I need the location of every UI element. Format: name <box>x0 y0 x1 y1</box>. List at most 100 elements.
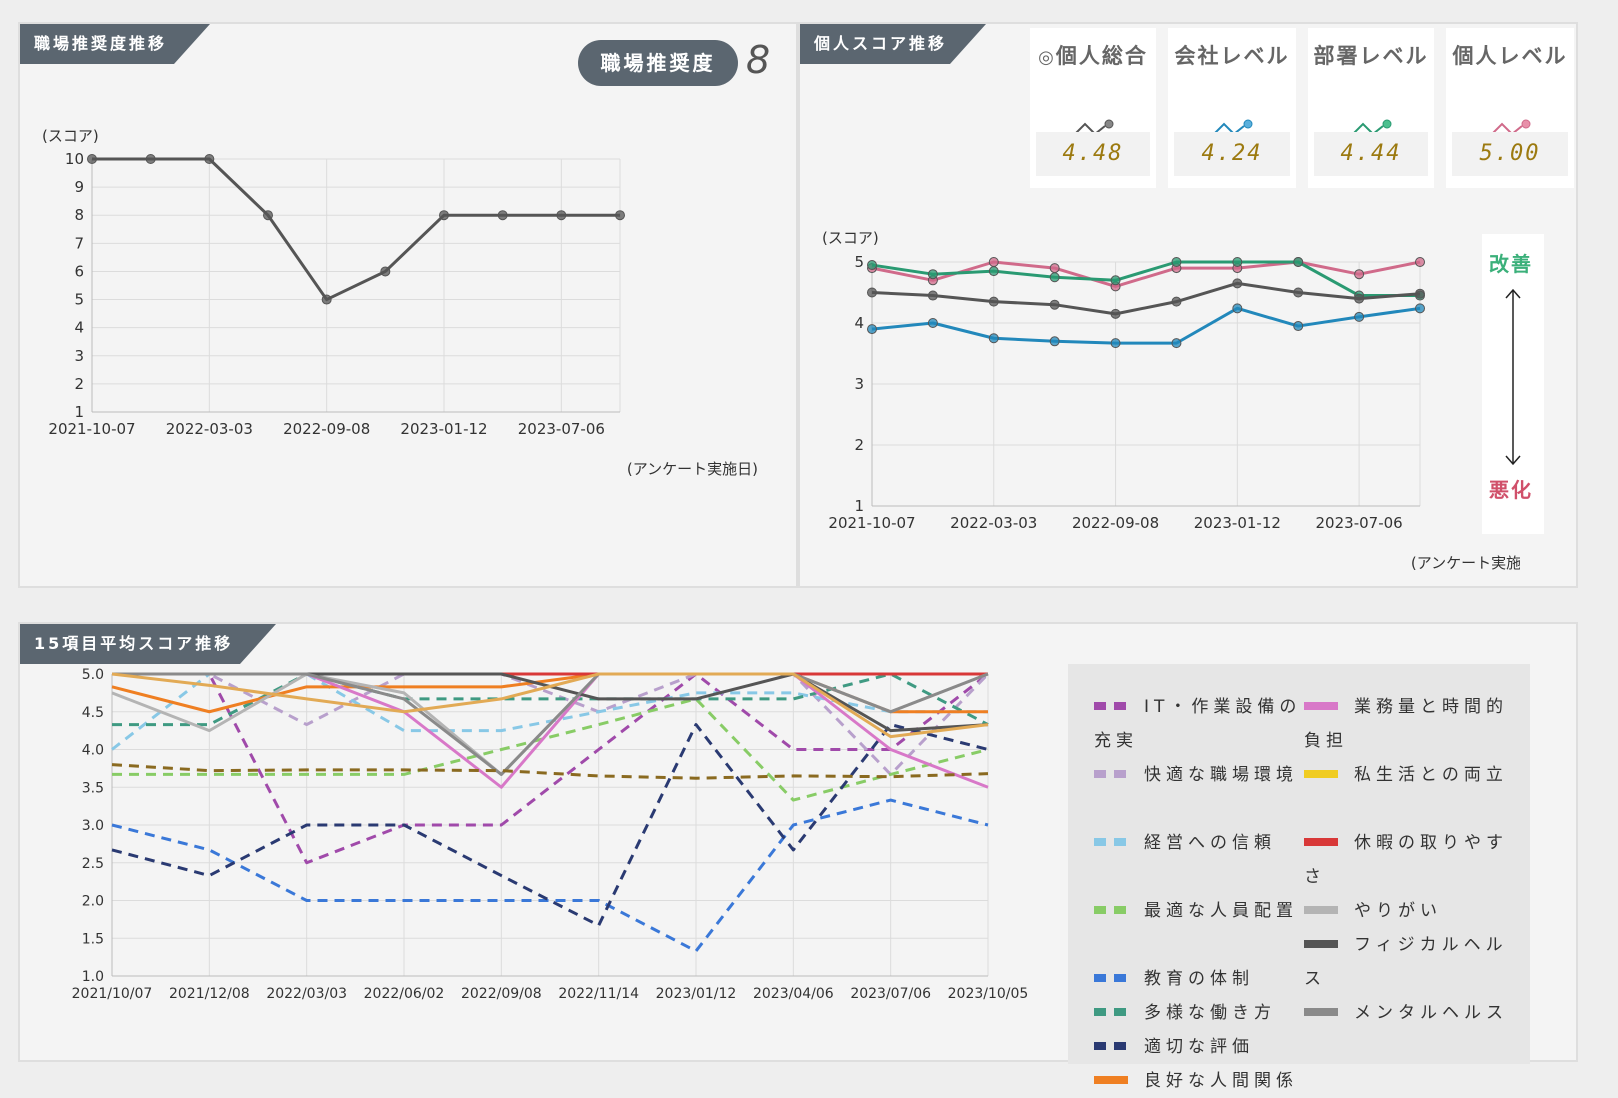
legend-swatch <box>1094 1007 1128 1016</box>
workplace-badge: 職場推奨度 <box>578 40 738 86</box>
y-axis-label: (スコア) <box>42 127 99 145</box>
legend-item[interactable]: 業務量と時間的負担 <box>1304 690 1514 758</box>
data-point <box>867 287 877 298</box>
y-tick-label: 2.5 <box>82 856 104 872</box>
legend-item[interactable]: フィジカルヘルス <box>1304 928 1514 996</box>
data-point <box>927 269 938 280</box>
legend-item[interactable]: 経営への信頼 <box>1094 826 1304 860</box>
legend-label: 適切な評価 <box>1144 1037 1254 1057</box>
score-card-label: 部署レベル <box>1313 44 1429 68</box>
data-point <box>1232 257 1243 267</box>
items15-chart: 1.0 1.5 2.0 2.5 3.0 3.5 4.0 4.5 5.0 2021/10/07 202… <box>72 667 1029 1002</box>
x-tick-label: 2022-03-03 <box>166 420 253 438</box>
legend-swatch <box>1094 769 1128 778</box>
legend-swatch <box>1094 1075 1128 1084</box>
legend-label: 私生活との両立 <box>1354 765 1508 785</box>
legend-swatch <box>1094 973 1128 982</box>
data-point <box>1415 288 1425 299</box>
legend-swatch <box>1304 939 1338 948</box>
score-card-value: 4.44 <box>1314 132 1428 176</box>
y-tick-label: 3.5 <box>82 780 104 796</box>
y-tick-label: 7 <box>74 234 84 252</box>
data-point <box>204 154 215 164</box>
data-point <box>1110 338 1121 349</box>
legend-swatch <box>1304 1007 1338 1016</box>
data-point <box>1293 321 1304 332</box>
legend-swatch <box>1094 837 1128 846</box>
items15-legend: IT・作業設備の充実快適な職場環境経営への信頼 最適な人員配置 教育の体制 多様な働き… <box>1068 664 1530 1091</box>
x-tick-label: 2021-10-07 <box>828 514 915 532</box>
data-point <box>1354 311 1365 322</box>
data-point <box>1232 303 1243 314</box>
data-point <box>867 260 877 271</box>
x-tick-label: 2022-09-08 <box>1072 514 1159 532</box>
data-point <box>1354 293 1365 304</box>
legend-item[interactable]: 多様な働き方 <box>1094 996 1304 1030</box>
legend-item[interactable]: やりがい <box>1304 894 1514 928</box>
x-axis-label: (アンケート実施日) <box>627 460 758 478</box>
y-axis-label: (スコア) <box>822 229 879 247</box>
y-tick-label: 3.0 <box>82 818 104 834</box>
direction-indicator: 改善 悪化 <box>1482 234 1544 534</box>
legend-label: やりがい <box>1354 901 1442 921</box>
data-point <box>1171 296 1182 307</box>
score-card-label: 会社レベル <box>1174 44 1290 68</box>
series-line <box>871 281 1421 316</box>
workplace-chart: 1 2 3 4 5 6 7 8 9 10 2021-10-07 2022-03-03 2022-09-0… <box>42 127 758 478</box>
data-point <box>1049 272 1060 283</box>
score-card-label: ◎個人総合 <box>1038 44 1148 68</box>
legend-label: 良好な人間関係 <box>1144 1071 1298 1091</box>
worsen-label: 悪化 <box>1489 478 1533 502</box>
series-line <box>92 157 620 302</box>
legend-item[interactable]: 教育の体制 <box>1094 962 1304 996</box>
y-tick-label: 2 <box>74 375 84 393</box>
x-axis-label: (アンケート実施日) <box>1411 554 1520 572</box>
y-tick-label: 9 <box>74 178 84 196</box>
data-point <box>927 318 938 328</box>
x-tick-label: 2021-10-07 <box>48 420 135 438</box>
legend-item[interactable]: 適切な評価 <box>1094 1030 1304 1064</box>
x-tick-label: 2022/06/02 <box>364 986 445 1002</box>
legend-item[interactable]: 快適な職場環境 <box>1094 758 1304 792</box>
legend-swatch <box>1304 701 1338 710</box>
legend-item[interactable]: メンタルヘルス <box>1304 996 1514 1030</box>
x-tick-label: 2023-07-06 <box>518 420 605 438</box>
y-tick-label: 4.5 <box>82 705 104 721</box>
data-point <box>1049 336 1060 347</box>
y-tick-label: 3 <box>854 375 864 393</box>
data-point <box>988 266 999 277</box>
data-point <box>1110 308 1121 319</box>
legend-item[interactable]: 最適な人員配置 <box>1094 894 1304 928</box>
data-point <box>263 210 273 221</box>
legend-item[interactable]: 私生活との両立 <box>1304 758 1514 792</box>
legend-item[interactable]: 休暇の取りやすさ <box>1304 826 1514 894</box>
y-tick-label: 4.0 <box>82 743 104 759</box>
data-point <box>87 154 97 164</box>
legend-item[interactable]: IT・作業設備の充実 <box>1094 690 1304 758</box>
y-tick-label: 5.0 <box>82 667 104 683</box>
data-point <box>1049 299 1060 310</box>
x-tick-label: 2023/01/12 <box>656 986 737 1002</box>
x-tick-label: 2023/10/05 <box>948 986 1029 1002</box>
data-point <box>1354 269 1365 280</box>
workplace-panel: 職場推奨度推移 職場推奨度 8 1 2 3 4 5 6 7 8 9 10 2021-10-07 202… <box>18 22 798 588</box>
data-point <box>556 210 567 221</box>
x-tick-label: 2022-09-08 <box>283 420 370 438</box>
y-tick-label: 4 <box>74 319 84 337</box>
workplace-badge-value: 8 <box>746 38 771 82</box>
legend-label: メンタルヘルス <box>1354 1003 1508 1023</box>
score-card-individual: 個人レベル 5.00 <box>1446 28 1574 188</box>
legend-swatch <box>1304 837 1338 846</box>
data-point <box>497 210 508 221</box>
y-tick-label: 1 <box>74 403 84 421</box>
data-point <box>988 333 999 344</box>
y-tick-label: 10 <box>65 150 84 168</box>
data-point <box>145 154 156 164</box>
legend-item[interactable]: 良好な人間関係 <box>1094 1064 1304 1098</box>
y-tick-label: 5 <box>74 291 84 309</box>
data-point <box>988 296 999 307</box>
data-point <box>988 257 999 267</box>
legend-label: 快適な職場環境 <box>1144 765 1298 785</box>
score-card-company: 会社レベル 4.24 <box>1168 28 1296 188</box>
score-card-value: 4.48 <box>1036 132 1150 176</box>
